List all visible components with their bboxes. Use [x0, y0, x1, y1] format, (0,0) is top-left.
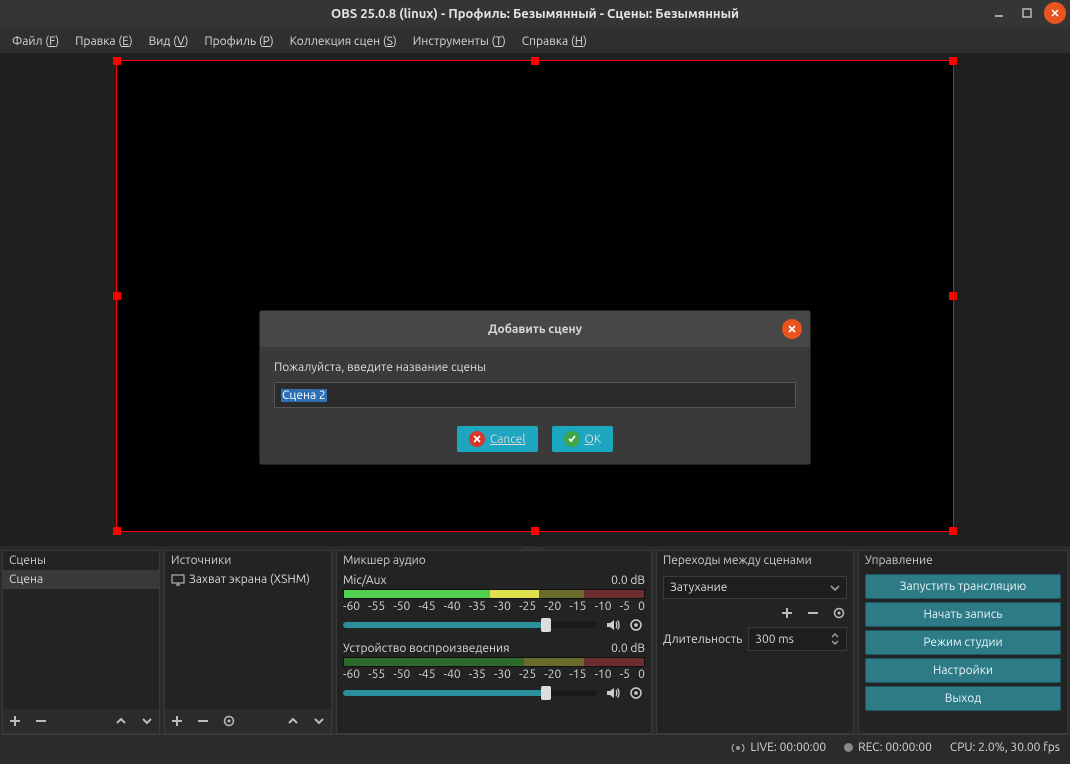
scene-name-input[interactable]: Сцена 2 [274, 382, 796, 408]
scene-row[interactable]: Сцена [3, 570, 159, 589]
move-scene-up-button[interactable] [113, 713, 129, 729]
add-transition-button[interactable] [779, 605, 795, 621]
resize-handle[interactable] [113, 292, 121, 300]
chevron-down-icon [830, 583, 840, 593]
meter-ticks: -60-55-50-45-40-35-30-25-20-15-10-50 [343, 600, 645, 613]
transitions-dock: Переходы между сценами Затухание Длитель… [656, 550, 854, 734]
move-source-down-button[interactable] [311, 713, 327, 729]
close-button[interactable] [1044, 2, 1066, 24]
menu-tools[interactable]: Инструменты (T) [405, 30, 514, 52]
source-row[interactable]: Захват экрана (XSHM) [165, 570, 331, 589]
status-bar: LIVE: 00:00:00 REC: 00:00:00 CPU: 2.0%, … [0, 734, 1070, 760]
window-title: OBS 25.0.8 (linux) - Профиль: Безымянный… [331, 7, 739, 21]
transition-select[interactable]: Затухание [663, 576, 847, 599]
menu-file[interactable]: Файл (F) [4, 30, 67, 52]
record-dot-icon [844, 743, 853, 752]
dialog-prompt: Пожалуйста, введите название сцены [274, 361, 796, 374]
start-stream-button[interactable]: Запустить трансляцию [865, 574, 1061, 599]
mixer-dock: Микшер аудио Mic/Aux 0.0 dB -60-55-50-45-… [336, 550, 652, 734]
resize-handle[interactable] [949, 292, 957, 300]
minimize-button[interactable] [988, 2, 1010, 24]
mixer-header: Микшер аудио [337, 551, 651, 570]
status-live: LIVE: 00:00:00 [731, 741, 826, 755]
studio-mode-button[interactable]: Режим студии [865, 630, 1061, 655]
resize-handle[interactable] [949, 57, 957, 65]
move-scene-down-button[interactable] [139, 713, 155, 729]
resize-handle[interactable] [113, 57, 121, 65]
mute-button[interactable] [603, 616, 621, 634]
remove-source-button[interactable] [195, 713, 211, 729]
transition-selected: Затухание [670, 581, 727, 594]
resize-handle[interactable] [531, 57, 539, 65]
remove-scene-button[interactable] [33, 713, 49, 729]
duration-value: 300 ms [755, 633, 794, 646]
channel-settings-button[interactable] [627, 616, 645, 634]
mixer-channel-db: 0.0 dB [611, 642, 645, 655]
volume-slider[interactable] [343, 622, 597, 628]
transition-settings-button[interactable] [831, 605, 847, 621]
sources-header: Источники [165, 551, 331, 570]
dialog-title: Добавить сцену [260, 311, 810, 347]
broadcast-icon [731, 741, 745, 755]
mixer-channel: Устройство воспроизведения 0.0 dB -60-55-… [343, 642, 645, 702]
status-cpu: CPU: 2.0%, 30.00 fps [950, 741, 1060, 754]
resize-handle[interactable] [531, 527, 539, 535]
exit-button[interactable]: Выход [865, 686, 1061, 711]
status-rec: REC: 00:00:00 [844, 741, 932, 754]
menu-edit[interactable]: Правка (E) [67, 30, 140, 52]
mixer-channel-name: Mic/Aux [343, 574, 387, 587]
start-record-button[interactable]: Начать запись [865, 602, 1061, 627]
duration-label: Длительность [663, 633, 742, 646]
channel-settings-button[interactable] [627, 684, 645, 702]
source-label: Захват экрана (XSHM) [189, 573, 310, 586]
add-scene-dialog: Добавить сцену Пожалуйста, введите назва… [259, 310, 811, 465]
audio-meter [343, 589, 645, 599]
controls-dock: Управление Запустить трансляцию Начать з… [858, 550, 1068, 734]
monitor-icon [171, 574, 185, 586]
mixer-channel: Mic/Aux 0.0 dB -60-55-50-45-40-35-30-25-2… [343, 574, 645, 634]
menu-profile[interactable]: Профиль (P) [196, 30, 281, 52]
cancel-button[interactable]: Cancel [457, 426, 538, 452]
duration-spinner[interactable]: 300 ms [748, 627, 847, 651]
sources-dock: Источники Захват экрана (XSHM) [164, 550, 332, 734]
meter-ticks: -60-55-50-45-40-35-30-25-20-15-10-50 [343, 668, 645, 681]
scenes-header: Сцены [3, 551, 159, 570]
dialog-close-button[interactable] [782, 319, 802, 339]
transitions-header: Переходы между сценами [657, 551, 853, 570]
menu-scene-collection[interactable]: Коллекция сцен (S) [282, 30, 405, 52]
mixer-channel-name: Устройство воспроизведения [343, 642, 510, 655]
add-source-button[interactable] [169, 713, 185, 729]
scenes-dock: Сцены Сцена [2, 550, 160, 734]
mute-button[interactable] [603, 684, 621, 702]
source-properties-button[interactable] [221, 713, 237, 729]
volume-slider[interactable] [343, 690, 597, 696]
remove-transition-button[interactable] [805, 605, 821, 621]
add-scene-button[interactable] [7, 713, 23, 729]
move-source-up-button[interactable] [285, 713, 301, 729]
cancel-icon [469, 431, 485, 447]
preview-area [0, 54, 1070, 546]
resize-handle[interactable] [949, 527, 957, 535]
ok-icon [564, 431, 580, 447]
menubar: Файл (F) Правка (E) Вид (V) Профиль (P) … [0, 28, 1070, 54]
resize-handle[interactable] [113, 527, 121, 535]
audio-meter [343, 657, 645, 667]
controls-header: Управление [859, 551, 1067, 570]
ok-button[interactable]: OK [552, 426, 614, 452]
mixer-channel-db: 0.0 dB [611, 574, 645, 587]
spinner-arrows-icon [830, 632, 840, 646]
maximize-button[interactable] [1016, 2, 1038, 24]
menu-help[interactable]: Справка (H) [514, 30, 595, 52]
window-titlebar: OBS 25.0.8 (linux) - Профиль: Безымянный… [0, 0, 1070, 28]
settings-button[interactable]: Настройки [865, 658, 1061, 683]
menu-view[interactable]: Вид (V) [141, 30, 197, 52]
